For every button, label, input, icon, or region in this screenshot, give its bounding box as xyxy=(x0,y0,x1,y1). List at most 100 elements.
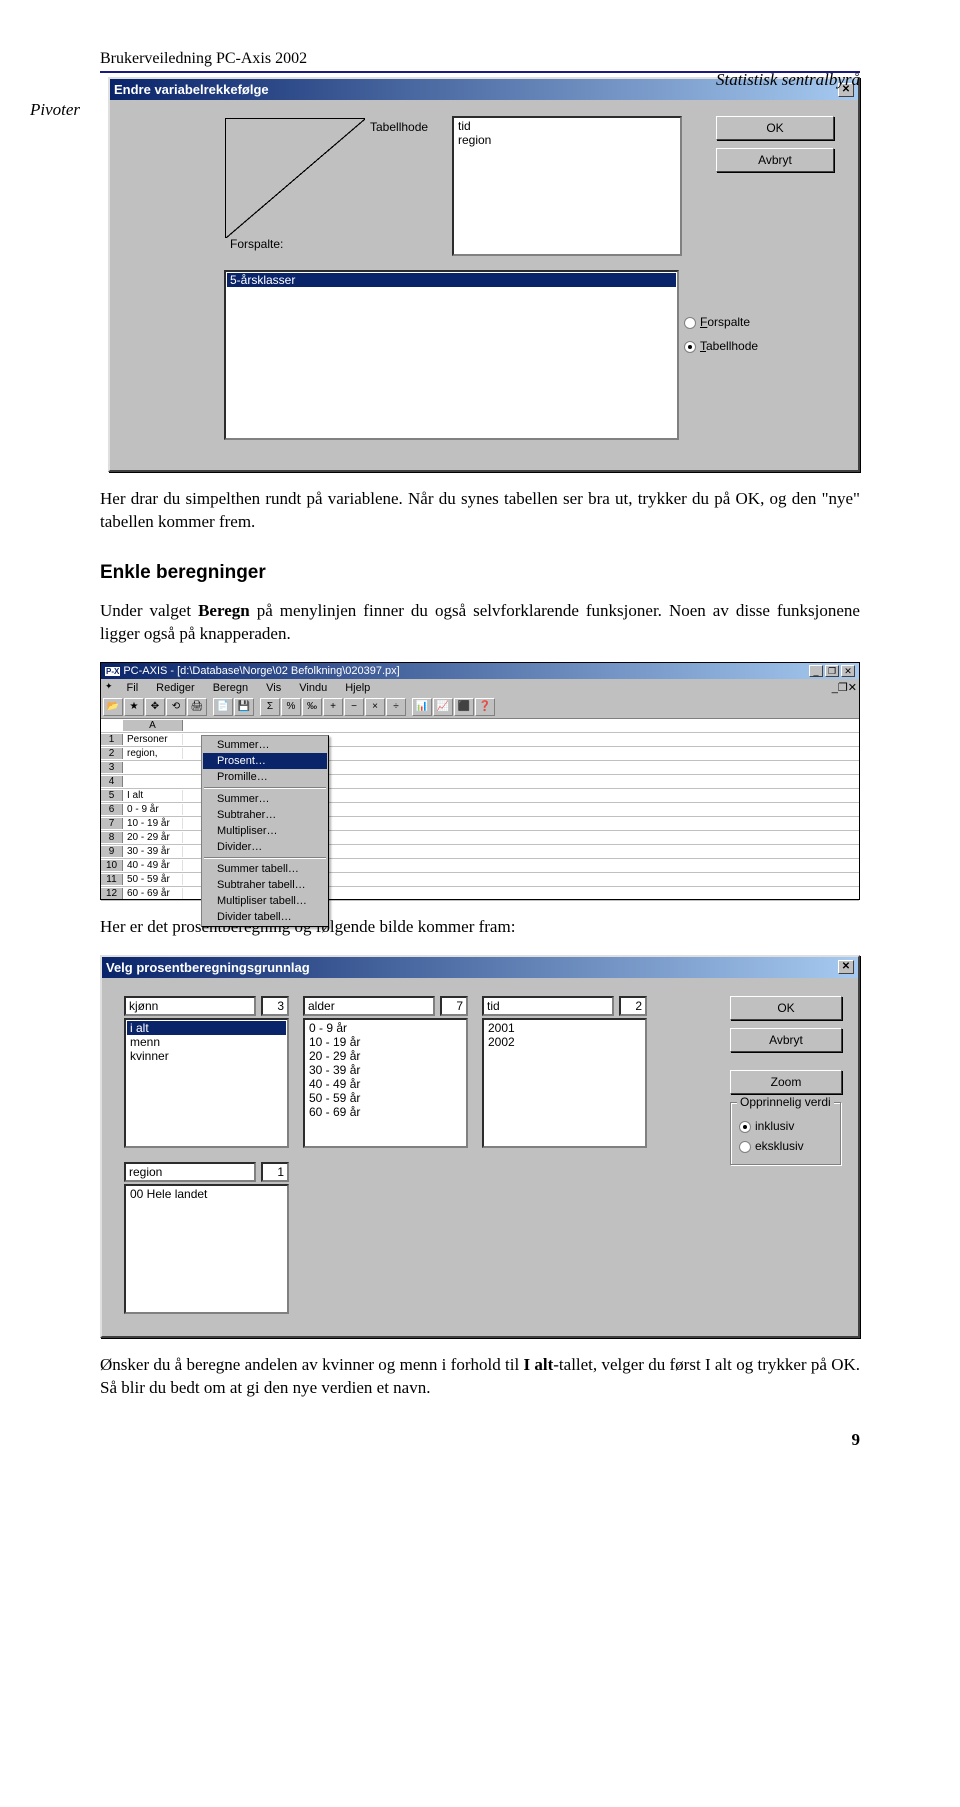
toolbar-button[interactable]: Σ xyxy=(260,698,280,716)
variable-count-input[interactable]: 3 xyxy=(261,996,289,1016)
radio-eksklusiv[interactable]: eksklusiv xyxy=(739,1139,833,1153)
menu-item[interactable]: Multipliser tabell… xyxy=(203,893,327,909)
toolbar-button[interactable]: 📈 xyxy=(433,698,453,716)
app-icon: P-X xyxy=(105,667,120,676)
menu-vindu[interactable]: Vindu xyxy=(295,681,331,695)
paragraph-1: Her drar du simpelthen rundt på variable… xyxy=(100,488,860,534)
list-item[interactable]: 00 Hele landet xyxy=(127,1187,286,1201)
menu-item[interactable]: Divider tabell… xyxy=(203,909,327,925)
list-item[interactable]: 2002 xyxy=(485,1035,644,1049)
ok-button[interactable]: OK xyxy=(716,116,834,140)
toolbar-button[interactable]: 📊 xyxy=(412,698,432,716)
menu-item[interactable]: Summer… xyxy=(203,791,327,807)
radio-tabellhode[interactable]: Tabellhode xyxy=(684,339,834,353)
app-titlebar[interactable]: P-XPC-AXIS - [d:\Database\Norge\02 Befol… xyxy=(101,663,859,679)
menu-item[interactable]: Summer… xyxy=(203,737,327,753)
pcaxis-app-window: P-XPC-AXIS - [d:\Database\Norge\02 Befol… xyxy=(100,662,860,900)
list-item-selected[interactable]: 5-årsklasser xyxy=(227,273,676,287)
variable-name-input[interactable]: tid xyxy=(482,996,614,1016)
dialog-velg-prosent: Velg prosentberegningsgrunnlag ✕ kjønn3i… xyxy=(100,955,860,1338)
menu-item[interactable]: Divider… xyxy=(203,839,327,855)
toolbar-button[interactable]: − xyxy=(344,698,364,716)
value-list[interactable]: 20012002 xyxy=(482,1018,647,1148)
variable-count-input[interactable]: 2 xyxy=(619,996,647,1016)
toolbar-button[interactable]: % xyxy=(281,698,301,716)
radio-forspalte[interactable]: Forspalte xyxy=(684,315,834,329)
value-list[interactable]: 0 - 9 år10 - 19 år20 - 29 år30 - 39 år40… xyxy=(303,1018,468,1148)
list-item[interactable]: i alt xyxy=(127,1021,286,1035)
restore-icon[interactable]: ❐ xyxy=(838,682,848,694)
menu-item[interactable]: Promille… xyxy=(203,769,327,785)
toolbar-button[interactable]: × xyxy=(365,698,385,716)
list-item[interactable]: 60 - 69 år xyxy=(306,1105,465,1119)
label-forspalte: Forspalte: xyxy=(230,237,283,251)
toolbar-button[interactable]: 💾 xyxy=(234,698,254,716)
groupbox-legend: Opprinnelig verdi xyxy=(737,1095,834,1109)
toolbar-button[interactable]: ★ xyxy=(124,698,144,716)
variable-name-input[interactable]: kjønn xyxy=(124,996,256,1016)
app-title-text: PC-AXIS - [d:\Database\Norge\02 Befolkni… xyxy=(123,665,399,677)
margin-note: Pivoter xyxy=(0,100,90,120)
variable-name-input[interactable]: region xyxy=(124,1162,256,1182)
toolbar-button[interactable]: 📂 xyxy=(103,698,123,716)
close-icon[interactable]: ✕ xyxy=(841,665,855,677)
minimize-icon[interactable]: _ xyxy=(809,665,823,677)
variable-name-input[interactable]: alder xyxy=(303,996,435,1016)
cancel-button[interactable]: Avbryt xyxy=(730,1028,842,1052)
toolbar-button[interactable]: ÷ xyxy=(386,698,406,716)
menu-rediger[interactable]: Rediger xyxy=(152,681,199,695)
list-item[interactable]: 20 - 29 år xyxy=(306,1049,465,1063)
value-list[interactable]: i altmennkvinner xyxy=(124,1018,289,1148)
list-item[interactable]: tid xyxy=(455,119,679,133)
menu-item[interactable]: Summer tabell… xyxy=(203,861,327,877)
doc-header-left: Brukerveiledning PC-Axis 2002 xyxy=(100,50,307,68)
tabellhode-list[interactable]: tid region xyxy=(452,116,682,256)
close-icon[interactable]: ✕ xyxy=(848,682,857,694)
maximize-icon[interactable]: ❐ xyxy=(825,665,839,677)
list-item[interactable]: kvinner xyxy=(127,1049,286,1063)
dialog1-title: Endre variabelrekkefølge xyxy=(114,82,269,97)
cancel-button[interactable]: Avbryt xyxy=(716,148,834,172)
toolbar-button[interactable]: ⬛ xyxy=(454,698,474,716)
list-item[interactable]: menn xyxy=(127,1035,286,1049)
heading-enkle-beregninger: Enkle beregninger xyxy=(100,562,860,584)
list-item[interactable]: 40 - 49 år xyxy=(306,1077,465,1091)
toolbar-button[interactable]: ❓ xyxy=(475,698,495,716)
close-icon[interactable]: ✕ xyxy=(838,960,854,974)
menu-vis[interactable]: Vis xyxy=(262,681,285,695)
list-item[interactable]: 0 - 9 år xyxy=(306,1021,465,1035)
radio-inklusiv[interactable]: inklusiv xyxy=(739,1119,833,1133)
list-item[interactable]: region xyxy=(455,133,679,147)
list-item[interactable]: 30 - 39 år xyxy=(306,1063,465,1077)
variable-count-input[interactable]: 1 xyxy=(261,1162,289,1182)
forspalte-list[interactable]: 5-årsklasser xyxy=(224,270,679,440)
zoom-button[interactable]: Zoom xyxy=(730,1070,842,1094)
list-item[interactable]: 2001 xyxy=(485,1021,644,1035)
page-number: 9 xyxy=(100,1430,860,1450)
toolbar-button[interactable]: ‰ xyxy=(302,698,322,716)
toolbar-button[interactable]: ✥ xyxy=(145,698,165,716)
toolbar-button[interactable]: 🖨 xyxy=(187,698,207,716)
value-list[interactable]: 00 Hele landet xyxy=(124,1184,289,1314)
beregn-dropdown-menu[interactable]: Summer…Prosent…Promille…Summer…Subtraher… xyxy=(201,735,329,927)
dialog2-titlebar[interactable]: Velg prosentberegningsgrunnlag ✕ xyxy=(102,957,858,978)
toolbar-button[interactable]: ⟲ xyxy=(166,698,186,716)
toolbar-button[interactable]: + xyxy=(323,698,343,716)
app-menubar[interactable]: ✦ Fil Rediger Beregn Vis Vindu Hjelp xyxy=(101,679,832,697)
list-item[interactable]: 50 - 59 år xyxy=(306,1091,465,1105)
dialog2-title: Velg prosentberegningsgrunnlag xyxy=(106,960,310,975)
col-header[interactable]: A xyxy=(123,720,183,731)
list-item[interactable]: 10 - 19 år xyxy=(306,1035,465,1049)
app-toolbar[interactable]: 📂★✥⟲🖨 📄💾 Σ%‰+−×÷ 📊📈⬛❓ xyxy=(101,697,859,719)
menu-item[interactable]: Prosent… xyxy=(203,753,327,769)
label-tabellhode: Tabellhode xyxy=(370,120,428,134)
menu-beregn[interactable]: Beregn xyxy=(209,681,252,695)
menu-fil[interactable]: Fil xyxy=(123,681,143,695)
menu-hjelp[interactable]: Hjelp xyxy=(341,681,374,695)
menu-item[interactable]: Multipliser… xyxy=(203,823,327,839)
menu-item[interactable]: Subtraher tabell… xyxy=(203,877,327,893)
toolbar-button[interactable]: 📄 xyxy=(213,698,233,716)
variable-count-input[interactable]: 7 xyxy=(440,996,468,1016)
menu-item[interactable]: Subtraher… xyxy=(203,807,327,823)
ok-button[interactable]: OK xyxy=(730,996,842,1020)
